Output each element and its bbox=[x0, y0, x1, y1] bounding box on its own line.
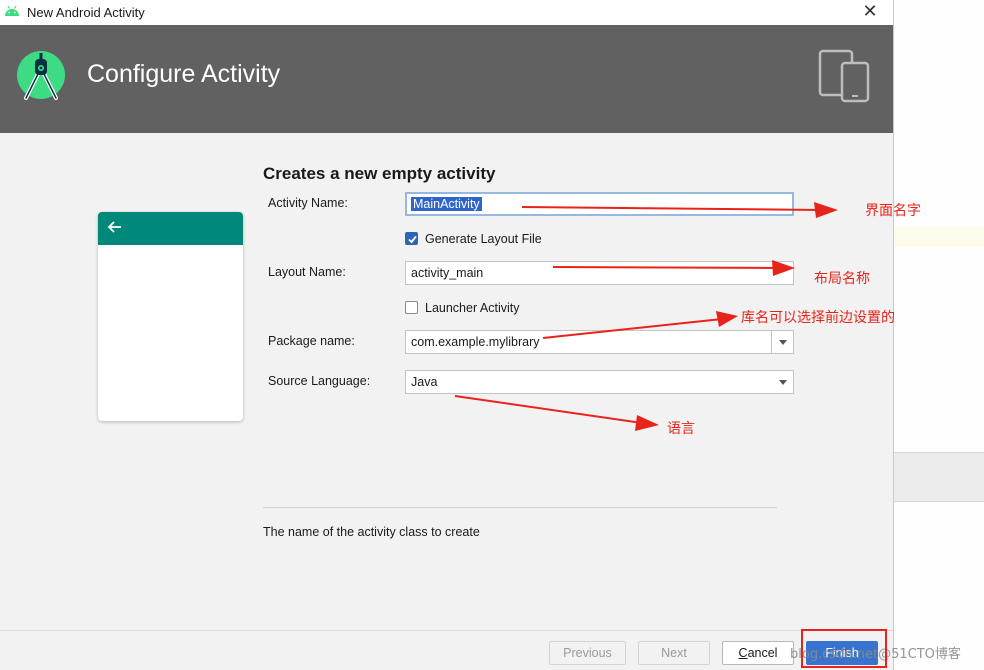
close-icon[interactable]: ✕ bbox=[858, 1, 882, 23]
source-language-value: Java bbox=[411, 375, 438, 389]
launcher-activity-checkbox[interactable] bbox=[405, 301, 418, 314]
cancel-label: ancel bbox=[747, 646, 778, 660]
preview-app-bar bbox=[98, 212, 243, 245]
annotation-layout-name: 布局名称 bbox=[814, 271, 870, 287]
dialog-edge bbox=[893, 0, 894, 670]
finish-highlight-box bbox=[801, 629, 887, 668]
new-activity-dialog: New Android Activity ✕ Configure Activit… bbox=[0, 0, 893, 670]
activity-name-input[interactable]: MainActivity bbox=[405, 192, 794, 216]
source-language-dropdown-button[interactable] bbox=[772, 371, 793, 393]
layout-name-label: Layout Name: bbox=[268, 265, 346, 279]
launcher-activity-label: Launcher Activity bbox=[425, 301, 520, 315]
source-language-select[interactable]: Java bbox=[405, 370, 794, 394]
footer-divider bbox=[0, 630, 893, 631]
package-name-value: com.example.mylibrary bbox=[411, 335, 540, 349]
back-arrow-icon bbox=[107, 221, 121, 233]
android-studio-logo-icon bbox=[17, 51, 65, 100]
editor-panel-band bbox=[893, 452, 984, 502]
annotation-source-language: 语言 bbox=[667, 421, 695, 437]
package-name-label: Package name: bbox=[268, 334, 355, 348]
next-button[interactable]: Next bbox=[638, 641, 710, 665]
previous-button[interactable]: Previous bbox=[549, 641, 626, 665]
package-name-combo[interactable]: com.example.mylibrary bbox=[405, 330, 794, 354]
annotation-package-name: 库名可以选择前边设置的 bbox=[741, 310, 895, 326]
chevron-down-icon bbox=[778, 339, 787, 345]
wizard-header: Configure Activity bbox=[0, 25, 893, 133]
activity-template-preview bbox=[98, 212, 243, 421]
activity-name-label: Activity Name: bbox=[268, 196, 348, 210]
cancel-button[interactable]: Cancel bbox=[722, 641, 794, 665]
android-head-icon bbox=[5, 5, 19, 16]
window-title: New Android Activity bbox=[27, 5, 145, 20]
editor-highlight-line bbox=[893, 227, 984, 247]
generate-layout-label: Generate Layout File bbox=[425, 232, 542, 246]
generate-layout-checkbox[interactable] bbox=[405, 232, 418, 245]
chevron-down-icon bbox=[778, 379, 787, 385]
source-language-label: Source Language: bbox=[268, 374, 371, 388]
cancel-mnemonic: C bbox=[738, 646, 748, 660]
form-heading: Creates a new empty activity bbox=[263, 164, 496, 183]
description-divider bbox=[263, 507, 777, 508]
annotation-activity-name: 界面名字 bbox=[865, 203, 921, 219]
activity-name-value: MainActivity bbox=[411, 197, 482, 211]
page-title: Configure Activity bbox=[87, 60, 281, 88]
package-name-dropdown-button[interactable] bbox=[771, 331, 793, 353]
field-description: The name of the activity class to create bbox=[263, 525, 480, 539]
title-bar[interactable]: New Android Activity ✕ bbox=[0, 0, 893, 25]
tablet-phone-icon bbox=[818, 49, 870, 103]
background-editor-area bbox=[893, 0, 984, 670]
check-icon bbox=[408, 235, 417, 244]
layout-name-input[interactable]: activity_main bbox=[405, 261, 794, 285]
